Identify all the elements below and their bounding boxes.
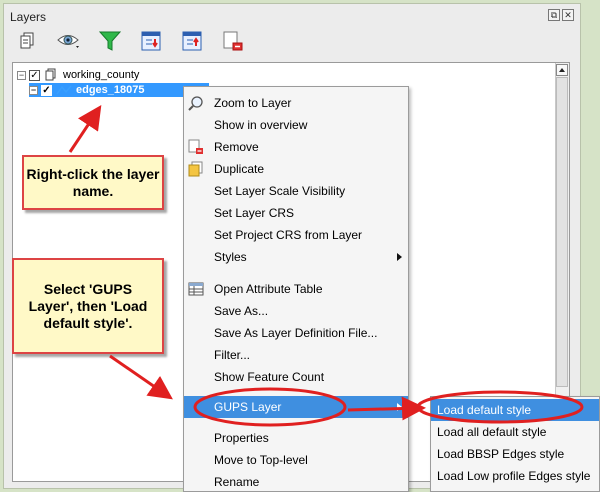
submenu-item-label: Load BBSP Edges style: [437, 447, 565, 461]
menu-item-show-feature-count[interactable]: Show Feature Count: [184, 366, 408, 388]
eye-visibility-icon: [57, 35, 79, 48]
menu-item-label: Rename: [214, 475, 260, 489]
menu-item-save-as-layer-definition[interactable]: Save As Layer Definition File...: [184, 322, 408, 344]
panel-controls: ⧉ ✕: [548, 9, 574, 21]
callout-select-gups: Select 'GUPS Layer', then 'Load default …: [12, 258, 164, 354]
tree-layer-row[interactable]: − ✓ edges_18075: [29, 83, 209, 97]
add-group-icon: [20, 32, 34, 49]
layer-label[interactable]: edges_18075: [76, 84, 145, 96]
menu-item-remove[interactable]: Remove: [184, 136, 408, 158]
filter-button[interactable]: [96, 27, 124, 55]
expand-all-button[interactable]: [137, 27, 165, 55]
group-icon: [45, 68, 56, 81]
submenu-item-load-low-profile-edges-style[interactable]: Load Low profile Edges style: [431, 465, 599, 487]
menu-item-label: Show Feature Count: [214, 370, 325, 384]
menu-item-label: Properties: [214, 431, 269, 445]
layer-context-menu: Zoom to Layer Show in overview Remove Du…: [183, 86, 409, 492]
menu-item-label: Save As...: [214, 304, 269, 318]
submenu-arrow-icon: [397, 253, 402, 261]
menu-item-set-layer-scale-visibility[interactable]: Set Layer Scale Visibility: [184, 180, 408, 202]
remove-layer-icon: [223, 31, 243, 51]
submenu-item-label: Load all default style: [437, 425, 547, 439]
callout-text: Select 'GUPS Layer', then 'Load default …: [28, 280, 148, 331]
menu-item-label: Set Layer Scale Visibility: [214, 184, 346, 198]
remove-layer-button[interactable]: [219, 27, 247, 55]
callout-right-click: Right-click the layer name.: [22, 155, 164, 210]
expander-toggle[interactable]: −: [17, 70, 26, 80]
remove-icon: [188, 139, 203, 154]
menu-item-label: Show in overview: [214, 118, 308, 132]
group-visibility-checkbox[interactable]: ✓: [29, 69, 40, 81]
menu-item-styles[interactable]: Styles: [184, 246, 408, 268]
layer-visibility-checkbox[interactable]: ✓: [41, 84, 52, 96]
submenu-item-load-bbsp-edges-style[interactable]: Load BBSP Edges style: [431, 443, 599, 465]
submenu-arrow-icon: [397, 403, 402, 411]
expand-all-icon: [141, 31, 161, 51]
menu-item-move-to-top-level[interactable]: Move to Top-level: [184, 449, 408, 471]
menu-item-label: Duplicate: [214, 162, 265, 176]
tree-group-row[interactable]: − ✓ working_county: [17, 68, 139, 82]
menu-item-filter[interactable]: Filter...: [184, 344, 408, 366]
menu-item-open-attribute-table[interactable]: Open Attribute Table: [184, 278, 408, 300]
group-label[interactable]: working_county: [63, 69, 139, 81]
submenu-item-load-all-default-style[interactable]: Load all default style: [431, 421, 599, 443]
table-icon: [188, 282, 204, 296]
zoom-icon: [188, 96, 203, 111]
submenu-item-load-default-style[interactable]: Load default style: [431, 399, 599, 421]
menu-item-set-layer-crs[interactable]: Set Layer CRS: [184, 202, 408, 224]
menu-item-label: Save As Layer Definition File...: [214, 326, 378, 340]
expander-toggle[interactable]: −: [29, 85, 38, 95]
submenu-item-label: Load default style: [437, 403, 532, 417]
menu-item-label: Set Project CRS from Layer: [214, 228, 363, 242]
scroll-thumb[interactable]: [556, 77, 568, 387]
add-group-button[interactable]: [14, 27, 42, 55]
gups-layer-submenu: Load default style Load all default styl…: [430, 396, 600, 492]
submenu-item-label: Load Low profile Edges style: [437, 469, 591, 483]
menu-item-label: Set Layer CRS: [214, 206, 295, 220]
callout-text: Right-click the layer name.: [26, 165, 160, 199]
menu-item-zoom-to-layer[interactable]: Zoom to Layer: [184, 92, 408, 114]
menu-item-label: Styles: [214, 250, 247, 264]
menu-item-label: Remove: [214, 140, 259, 154]
menu-item-label: Zoom to Layer: [214, 96, 292, 110]
float-panel-button[interactable]: ⧉: [548, 9, 560, 21]
menu-item-show-in-overview[interactable]: Show in overview: [184, 114, 408, 136]
menu-item-label: Filter...: [214, 348, 251, 362]
collapse-all-icon: [182, 31, 202, 51]
collapse-all-button[interactable]: [178, 27, 206, 55]
scroll-up-arrow-icon[interactable]: [556, 64, 568, 76]
menu-item-duplicate[interactable]: Duplicate: [184, 158, 408, 180]
menu-item-rename[interactable]: Rename: [184, 471, 408, 492]
menu-item-properties[interactable]: Properties: [184, 427, 408, 449]
duplicate-icon: [188, 161, 203, 177]
close-panel-button[interactable]: ✕: [562, 9, 574, 21]
visibility-button[interactable]: [55, 27, 83, 55]
menu-item-save-as[interactable]: Save As...: [184, 300, 408, 322]
menu-item-set-project-crs[interactable]: Set Project CRS from Layer: [184, 224, 408, 246]
line-layer-icon: [56, 85, 72, 95]
panel-title: Layers: [10, 10, 47, 24]
menu-item-label: GUPS Layer: [214, 400, 282, 414]
menu-item-gups-layer[interactable]: GUPS Layer: [184, 396, 408, 418]
layers-toolbar: [14, 24, 247, 58]
menu-item-label: Open Attribute Table: [214, 282, 323, 296]
filter-funnel-icon: [98, 31, 122, 51]
menu-item-label: Move to Top-level: [214, 453, 308, 467]
